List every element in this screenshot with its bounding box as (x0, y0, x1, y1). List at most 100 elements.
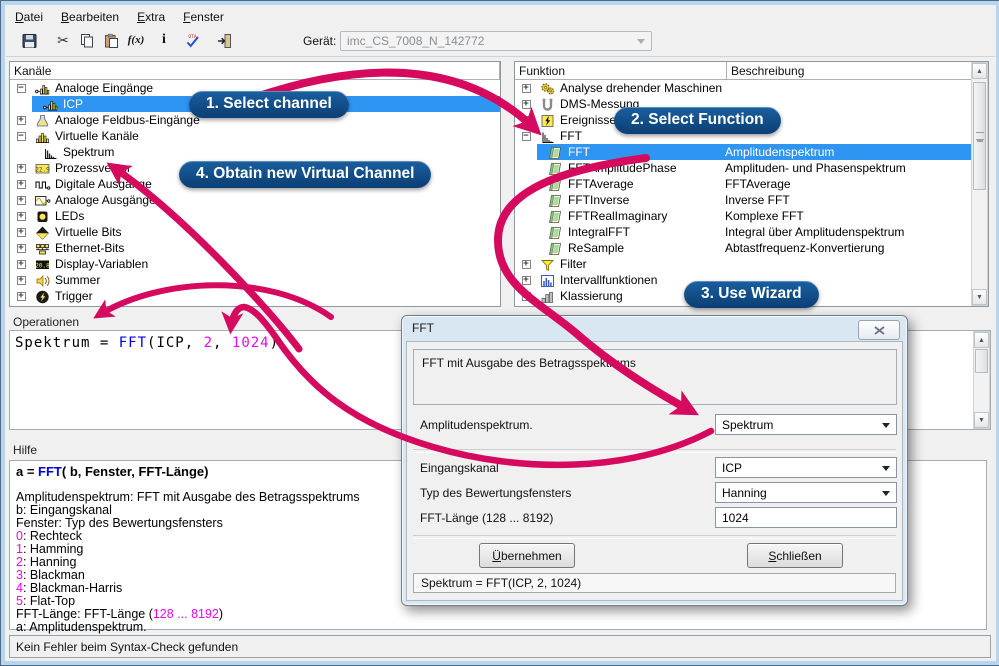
channel-row-leds[interactable]: + LEDs (10, 208, 500, 224)
divider (413, 535, 896, 539)
fieldbus-icon (34, 113, 51, 128)
tree-item-label: LEDs (55, 209, 84, 223)
tree-item-label: Ethernet-Bits (55, 241, 124, 255)
eingangskanal-combobox[interactable]: ICP (715, 457, 897, 478)
expand-icon[interactable]: + (17, 164, 26, 173)
scrollbar-thumb[interactable] (975, 349, 988, 373)
collapse-icon[interactable]: − (17, 132, 26, 141)
expand-icon[interactable]: + (17, 292, 26, 301)
field-label: FFT-Länge (128 ... 8192) (420, 511, 553, 525)
collapse-icon[interactable]: − (522, 132, 531, 141)
cut-icon[interactable]: ✂ (52, 29, 74, 51)
tree-item-description: FFTAverage (725, 177, 791, 191)
typ-des-bewertungsfensters-combobox[interactable]: Hanning (715, 482, 897, 503)
function-row-fftaverage[interactable]: FFTAverage FFTAverage (515, 176, 971, 192)
function-icon (547, 177, 564, 192)
paste-icon[interactable] (100, 29, 122, 51)
expand-icon[interactable]: + (17, 244, 26, 253)
functions-scrollbar[interactable]: ▲ ▼ (971, 62, 988, 306)
function-row-analyse-drehender-maschinen[interactable]: + Analyse drehender Maschinen (515, 80, 971, 96)
svg-text:22.9: 22.9 (35, 166, 50, 173)
formula-icon[interactable]: f(x) (125, 29, 147, 51)
help-line: FFT-Länge: FFT-Länge (128 ... 8192) (16, 608, 980, 621)
collapse-icon[interactable]: − (17, 84, 26, 93)
field-label: Typ des Bewertungsfensters (420, 486, 571, 500)
expand-icon[interactable]: + (17, 196, 26, 205)
function-row-integralfft[interactable]: IntegralFFTIntegral über Amplitudenspekt… (515, 224, 971, 240)
copy-icon[interactable] (76, 29, 98, 51)
scroll-down-icon[interactable]: ▼ (974, 412, 989, 428)
tree-item-label: ReSample (568, 241, 624, 255)
dialog-body: FFT mit Ausgabe des Betragsspektrums Amp… (406, 341, 903, 601)
apply-button[interactable]: Übernehmen (479, 543, 575, 568)
tree-item-label: Filter (560, 257, 587, 271)
expand-icon[interactable]: + (17, 228, 26, 237)
function-row-fftrealimaginary[interactable]: FFTRealImaginaryKomplexe FFT (515, 208, 971, 224)
expand-icon[interactable]: + (17, 212, 26, 221)
channel-row-trigger[interactable]: +Trigger (10, 288, 500, 304)
tree-item-label: Analoge Ausgänge (55, 193, 156, 207)
tree-item-label: Analyse drehender Maschinen (560, 81, 722, 95)
function-row-filter[interactable]: + Filter (515, 256, 971, 272)
device-combobox[interactable]: imc_CS_7008_N_142772 (340, 31, 652, 51)
channel-row-analoge-ausg-nge[interactable]: + Analoge Ausgänge (10, 192, 500, 208)
channel-row-ethernet-bits[interactable]: + Ethernet-Bits (10, 240, 500, 256)
expand-icon[interactable]: + (522, 84, 531, 93)
channel-row-summer[interactable]: +Summer (10, 272, 500, 288)
function-row-fft[interactable]: FFTAmplitudenspektrum (515, 144, 971, 160)
virtual-icon (34, 129, 51, 144)
tree-item-label: Virtuelle Kanäle (55, 129, 139, 143)
function-icon (547, 161, 564, 176)
function-row-fftinverse[interactable]: FFTInverseInverse FFT (515, 192, 971, 208)
function-row-fftamplitudephase[interactable]: FFTAmplitudePhaseAmplituden- und Phasens… (515, 160, 971, 176)
expand-icon[interactable]: + (522, 276, 531, 285)
channel-row-spektrum[interactable]: Spektrum (10, 144, 500, 160)
expand-icon[interactable]: + (522, 100, 531, 109)
expand-icon[interactable]: + (17, 116, 26, 125)
scroll-down-icon[interactable]: ▼ (972, 289, 987, 305)
menu-item-extra[interactable]: Extra (128, 8, 174, 26)
expand-icon[interactable]: + (522, 260, 531, 269)
tree-item-label: ICP (63, 97, 83, 111)
field-value: Hanning (722, 486, 767, 500)
info-icon[interactable]: i (153, 29, 175, 51)
trigger-icon (34, 289, 51, 304)
tree-item-label: Prozessvektor (55, 161, 131, 175)
menu-item-bearbeiten[interactable]: Bearbeiten (52, 8, 128, 26)
expand-icon[interactable]: + (522, 116, 531, 125)
close-icon[interactable] (858, 320, 900, 340)
expand-icon[interactable]: + (17, 276, 26, 285)
menu-item-datei[interactable]: Datei (6, 8, 52, 26)
column-header-funktion[interactable]: Funktion (515, 62, 727, 79)
expand-icon[interactable]: + (17, 180, 26, 189)
led-icon (34, 209, 51, 224)
fft-l-nge-128-8192--input[interactable]: 1024 (715, 507, 897, 528)
function-icon (547, 225, 564, 240)
expand-icon[interactable]: + (522, 292, 531, 301)
exit-icon[interactable] (213, 29, 235, 51)
column-header-beschreibung[interactable]: Beschreibung (727, 62, 988, 79)
scrollbar-thumb[interactable] (973, 82, 986, 190)
tree-item-label: FFTAverage (568, 177, 634, 191)
analog-out-icon (34, 193, 51, 208)
scroll-up-icon[interactable]: ▲ (972, 63, 987, 79)
channel-row-virtuelle-kan-le[interactable]: − Virtuelle Kanäle (10, 128, 500, 144)
dms-icon (539, 97, 556, 112)
scroll-up-icon[interactable]: ▲ (974, 332, 989, 348)
operations-scrollbar[interactable]: ▲ ▼ (973, 331, 990, 429)
classify-icon (539, 289, 556, 304)
close-button[interactable]: Schließen (747, 543, 843, 568)
menu-item-fenster[interactable]: Fenster (174, 8, 233, 26)
chevron-down-icon (882, 423, 890, 428)
amplitudenspektrum--combobox[interactable]: Spektrum (715, 414, 897, 435)
function-row-resample[interactable]: ReSampleAbtastfrequenz-Konvertierung (515, 240, 971, 256)
tree-item-label: Analoge Eingänge (55, 81, 153, 95)
expand-icon[interactable]: + (17, 260, 26, 269)
tree-item-description: Integral über Amplitudenspektrum (725, 225, 904, 239)
channel-row-display-variablen[interactable]: +20.8Display-Variablen (10, 256, 500, 272)
tree-item-label: Spektrum (63, 145, 114, 159)
chevron-down-icon (882, 466, 890, 471)
save-icon[interactable] (18, 29, 40, 51)
channel-row-virtuelle-bits[interactable]: +Virtuelle Bits (10, 224, 500, 240)
syntax-check-icon[interactable]: OTA (181, 29, 203, 51)
